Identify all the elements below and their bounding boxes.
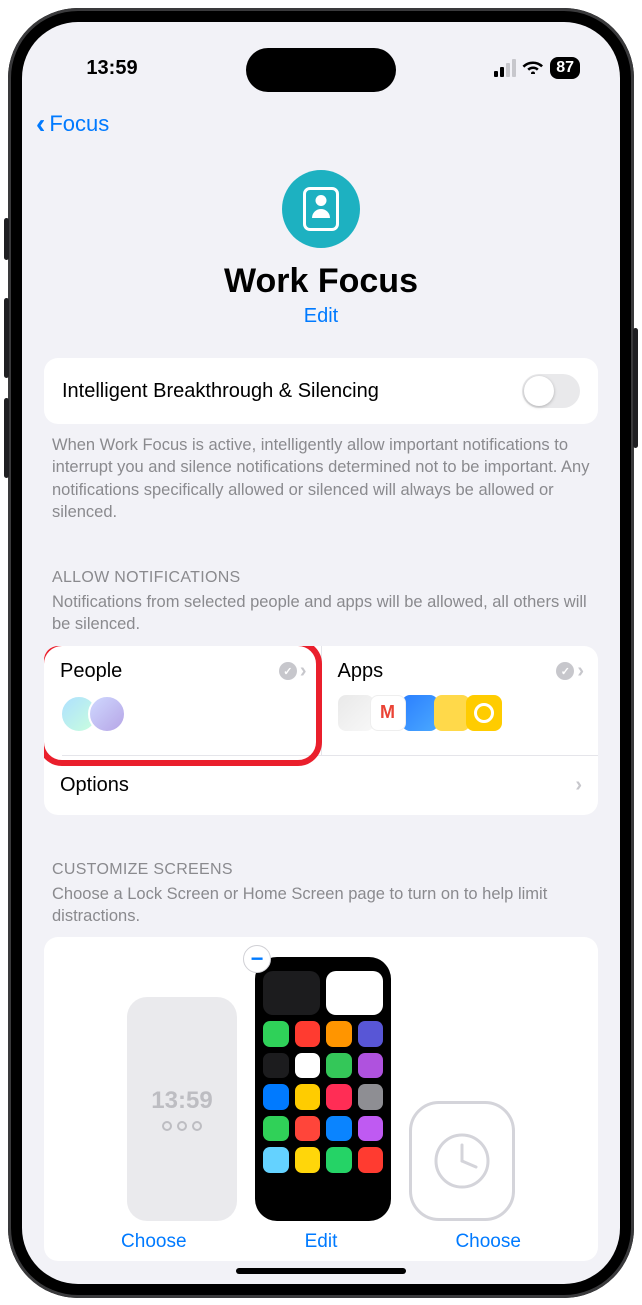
focus-header: Work Focus Edit	[22, 140, 620, 358]
app-icon	[295, 1116, 321, 1142]
app-icon	[263, 1147, 289, 1173]
mail-app-icon	[402, 695, 438, 731]
people-avatars	[60, 695, 307, 733]
allow-notifications-desc: Notifications from selected people and a…	[44, 591, 598, 646]
app-icon	[358, 1147, 384, 1173]
chevron-right-icon: ›	[300, 660, 307, 683]
watch-face-preview[interactable]	[409, 1101, 515, 1221]
options-row[interactable]: Options ›	[44, 756, 598, 815]
customize-screens-desc: Choose a Lock Screen or Home Screen page…	[44, 883, 598, 938]
iphone-frame: 13:59 87 ‹ Focus	[8, 8, 634, 1298]
app-icon	[295, 1021, 321, 1047]
back-button[interactable]: Focus	[49, 111, 109, 137]
app-icon	[295, 1084, 321, 1110]
chevron-right-icon: ›	[577, 660, 584, 683]
lock-screen-preview[interactable]: 13:59	[127, 997, 237, 1221]
home-indicator[interactable]	[236, 1268, 406, 1274]
app-icon	[326, 1084, 352, 1110]
intelligent-breakthrough-row[interactable]: Intelligent Breakthrough & Silencing	[44, 358, 598, 424]
power-button	[633, 328, 638, 448]
dynamic-island	[246, 48, 396, 92]
app-icon	[434, 695, 470, 731]
app-icons-row	[338, 695, 585, 731]
app-icon	[326, 1021, 352, 1047]
people-cell[interactable]: People ✓ ›	[44, 646, 321, 755]
volume-up-button	[4, 298, 9, 378]
intelligent-label: Intelligent Breakthrough & Silencing	[62, 380, 379, 403]
app-icon	[358, 1053, 384, 1079]
home-screen-preview[interactable]: −	[255, 957, 391, 1221]
battery-indicator: 87	[550, 57, 580, 79]
app-icon	[263, 1053, 289, 1079]
widget-preview	[326, 971, 383, 1015]
choose-lock-screen-button[interactable]: Choose	[121, 1231, 187, 1253]
verified-seal-icon: ✓	[556, 662, 574, 680]
clock-icon	[432, 1131, 492, 1191]
app-icon	[358, 1021, 384, 1047]
gmail-app-icon	[370, 695, 406, 731]
avatar	[88, 695, 126, 733]
work-focus-icon	[282, 170, 360, 248]
focus-title: Work Focus	[22, 262, 620, 301]
verified-seal-icon: ✓	[279, 662, 297, 680]
app-icon	[263, 1116, 289, 1142]
edit-home-screen-button[interactable]: Edit	[305, 1231, 338, 1253]
lock-screen-widgets-icon	[162, 1121, 202, 1131]
badge-icon	[303, 187, 339, 231]
apps-label: Apps	[338, 660, 384, 683]
wifi-icon	[522, 58, 544, 79]
app-icon	[358, 1116, 384, 1142]
navigation-bar: ‹ Focus	[22, 92, 620, 140]
status-time: 13:59	[62, 57, 162, 80]
back-chevron-icon[interactable]: ‹	[36, 108, 45, 140]
widget-preview	[263, 971, 320, 1015]
screen: 13:59 87 ‹ Focus	[22, 22, 620, 1284]
clock-app-icon	[466, 695, 502, 731]
app-icon	[295, 1053, 321, 1079]
intelligent-toggle[interactable]	[522, 374, 580, 408]
app-icon	[263, 1021, 289, 1047]
remove-home-screen-button[interactable]: −	[243, 945, 271, 973]
apps-cell[interactable]: Apps ✓ ›	[321, 646, 599, 755]
intelligent-footer: When Work Focus is active, intelligently…	[44, 424, 598, 523]
app-icon	[326, 1147, 352, 1173]
people-label: People	[60, 660, 122, 683]
chevron-right-icon: ›	[575, 774, 582, 797]
app-icon	[326, 1053, 352, 1079]
edit-focus-button[interactable]: Edit	[304, 305, 338, 328]
cellular-signal-icon	[494, 59, 516, 77]
customize-screens-header: CUSTOMIZE SCREENS	[44, 833, 598, 883]
app-icon	[295, 1147, 321, 1173]
choose-watch-face-button[interactable]: Choose	[455, 1231, 521, 1253]
mute-switch	[4, 218, 9, 260]
app-icon	[326, 1116, 352, 1142]
options-label: Options	[60, 774, 129, 797]
app-icon	[358, 1084, 384, 1110]
app-icon	[263, 1084, 289, 1110]
lock-screen-time: 13:59	[151, 1087, 212, 1115]
allow-notifications-header: ALLOW NOTIFICATIONS	[44, 541, 598, 591]
app-icon	[338, 695, 374, 731]
volume-down-button	[4, 398, 9, 478]
